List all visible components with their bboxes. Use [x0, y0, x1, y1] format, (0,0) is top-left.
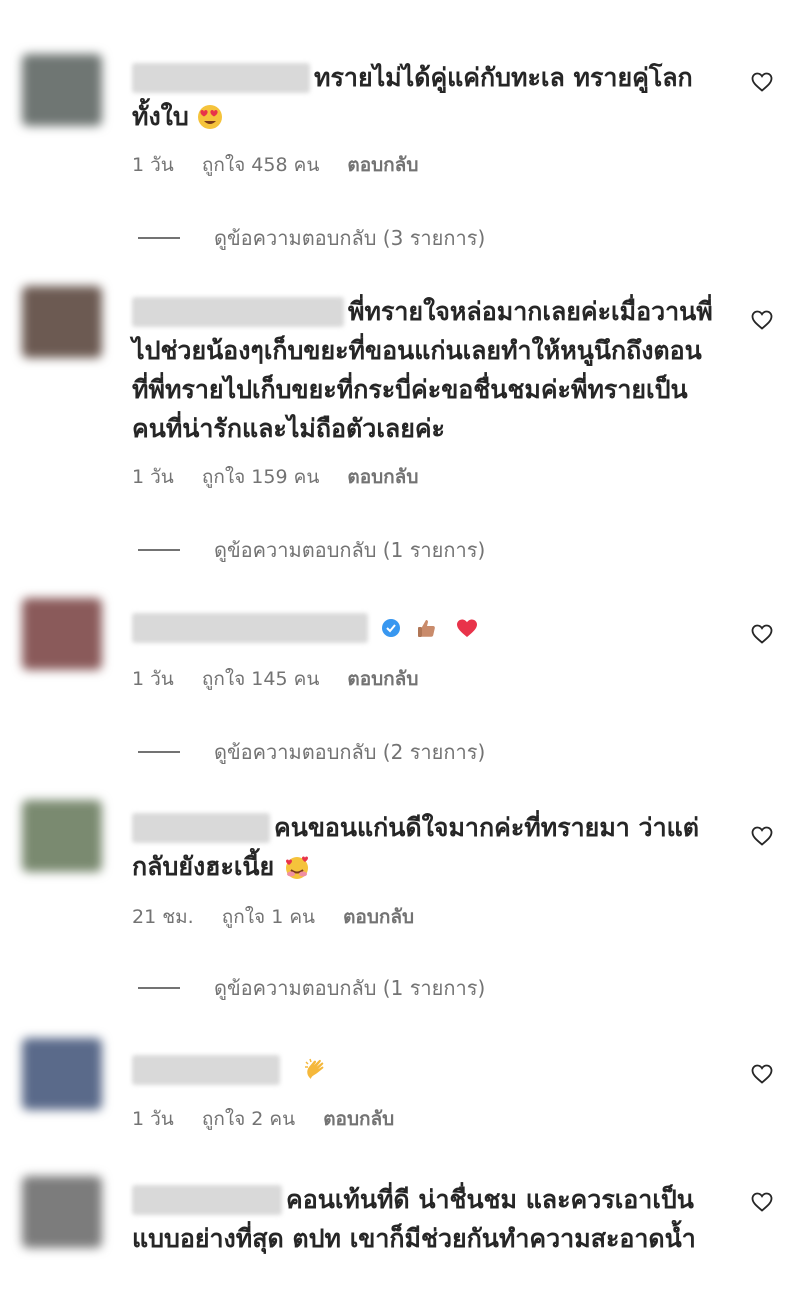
comment-text: คนขอนแก่นดีใจมากค่ะที่ทรายมา ว่าแต่กลับย… — [132, 813, 699, 881]
reply-button[interactable]: ตอบกลับ — [347, 154, 418, 176]
like-count[interactable]: ถูกใจ 159 คน — [202, 466, 319, 488]
divider-line — [138, 549, 180, 551]
reply-button[interactable]: ตอบกลับ — [323, 1108, 394, 1130]
verified-badge-icon — [381, 619, 400, 637]
timestamp: 1 วัน — [132, 466, 174, 488]
view-replies-label: ดูข้อความตอบกลับ (1 รายการ) — [214, 538, 486, 562]
username-blurred[interactable] — [132, 1055, 280, 1085]
like-heart-icon[interactable] — [750, 308, 774, 332]
comment-meta: 21 ชม. ถูกใจ 1 คน ตอบกลับ — [132, 902, 436, 932]
hugging-hearts-emoji-icon — [285, 856, 308, 879]
divider-line — [138, 751, 180, 753]
like-count[interactable]: ถูกใจ 145 คน — [202, 668, 319, 690]
comment-text: ทรายไม่ได้คู่แค่กับทะเล ทรายคู่โลกทั้งใบ — [132, 63, 693, 131]
comment-meta: 1 วัน ถูกใจ 458 คน ตอบกลับ — [132, 150, 440, 180]
divider-line — [138, 987, 180, 989]
comment-text — [132, 1050, 722, 1088]
like-count[interactable]: ถูกใจ 2 คน — [202, 1108, 295, 1130]
username-blurred[interactable] — [132, 813, 270, 843]
reply-button[interactable]: ตอบกลับ — [347, 668, 418, 690]
view-replies-button[interactable]: ดูข้อความตอบกลับ (3 รายการ) — [138, 222, 485, 254]
like-heart-icon[interactable] — [750, 622, 774, 646]
view-replies-button[interactable]: ดูข้อความตอบกลับ (1 รายการ) — [138, 534, 485, 566]
like-heart-icon[interactable] — [750, 70, 774, 94]
avatar[interactable] — [22, 1176, 102, 1248]
username-blurred[interactable] — [132, 297, 344, 327]
like-heart-icon[interactable] — [750, 1190, 774, 1214]
view-replies-label: ดูข้อความตอบกลับ (2 รายการ) — [214, 740, 486, 764]
timestamp: 1 วัน — [132, 154, 174, 176]
heart-eyes-emoji-icon — [198, 105, 223, 129]
timestamp: 1 วัน — [132, 1108, 174, 1130]
comment-text: พี่ทรายใจหล่อมากเลยค่ะเมื่อวานพี่ไปช่วยน… — [132, 297, 713, 443]
timestamp: 1 วัน — [132, 668, 174, 690]
like-count[interactable]: ถูกใจ 458 คน — [202, 154, 319, 176]
avatar[interactable] — [22, 1038, 102, 1110]
avatar[interactable] — [22, 598, 102, 670]
like-count[interactable]: ถูกใจ 1 คน — [222, 906, 315, 928]
avatar[interactable] — [22, 800, 102, 872]
username-blurred[interactable] — [132, 1185, 282, 1215]
thumbs-up-emoji-icon — [418, 620, 436, 637]
comment-text — [132, 608, 722, 646]
divider-line — [138, 237, 180, 239]
reply-button[interactable]: ตอบกลับ — [347, 466, 418, 488]
timestamp: 21 ชม. — [132, 906, 194, 928]
clapping-hands-emoji-icon — [304, 1058, 324, 1079]
like-heart-icon[interactable] — [750, 824, 774, 848]
red-heart-emoji-icon — [457, 619, 478, 637]
comment-text: คอนเท้นที่ดี น่าชื่นชม และควรเอาเป็นแบบอ… — [132, 1185, 696, 1253]
reply-button[interactable]: ตอบกลับ — [343, 906, 414, 928]
view-replies-button[interactable]: ดูข้อความตอบกลับ (1 รายการ) — [138, 972, 485, 1004]
view-replies-label: ดูข้อความตอบกลับ (1 รายการ) — [214, 976, 486, 1000]
view-replies-button[interactable]: ดูข้อความตอบกลับ (2 รายการ) — [138, 736, 485, 768]
avatar[interactable] — [22, 286, 102, 358]
username-blurred[interactable] — [132, 613, 368, 643]
username-blurred[interactable] — [132, 63, 310, 93]
like-heart-icon[interactable] — [750, 1062, 774, 1086]
comment-meta: 1 วัน ถูกใจ 159 คน ตอบกลับ — [132, 462, 440, 492]
comment-meta: 1 วัน ถูกใจ 145 คน ตอบกลับ — [132, 664, 440, 694]
avatar[interactable] — [22, 54, 102, 126]
comment-meta: 1 วัน ถูกใจ 2 คน ตอบกลับ — [132, 1104, 416, 1134]
view-replies-label: ดูข้อความตอบกลับ (3 รายการ) — [214, 226, 486, 250]
